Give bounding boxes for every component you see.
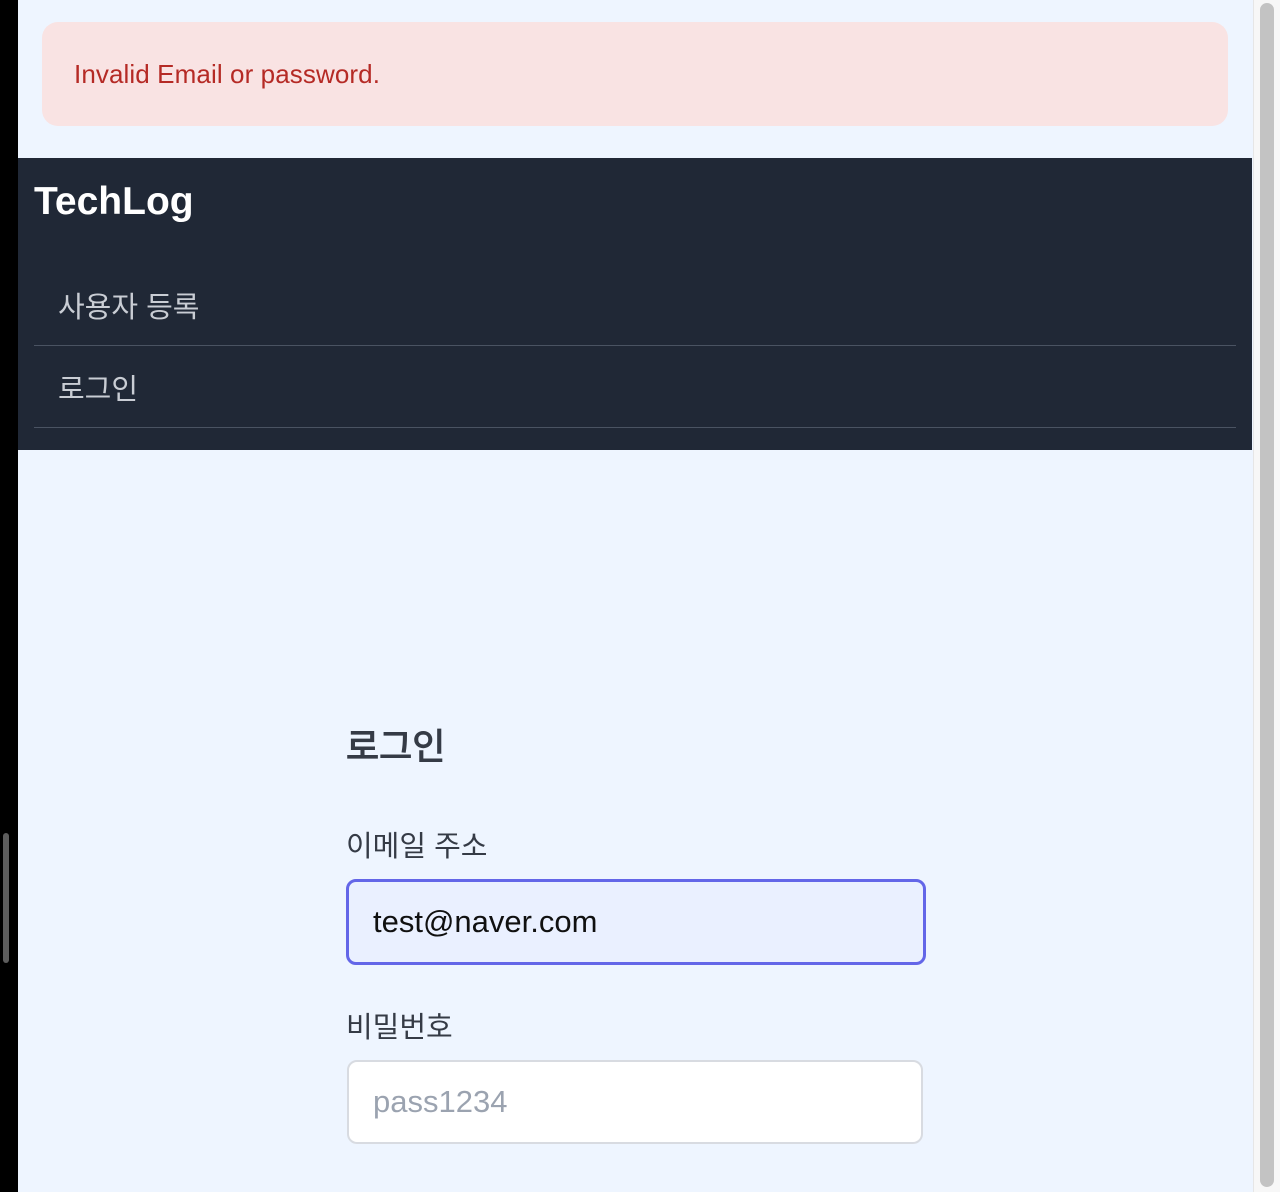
error-alert: Invalid Email or password. — [42, 22, 1228, 126]
nav-item-register[interactable]: 사용자 등록 — [34, 264, 1236, 346]
page-viewport: Invalid Email or password. TechLog 사용자 등… — [18, 0, 1253, 1192]
vertical-scrollbar[interactable] — [1253, 0, 1280, 1192]
login-form: 로그인 이메일 주소 비밀번호 — [346, 722, 926, 1144]
error-alert-message: Invalid Email or password. — [74, 58, 381, 89]
window-resize-handle[interactable] — [3, 833, 9, 963]
password-label: 비밀번호 — [346, 1012, 453, 1044]
vertical-scrollbar-thumb[interactable] — [1260, 3, 1274, 1187]
window-edge — [0, 0, 18, 1192]
login-title: 로그인 — [346, 726, 446, 767]
brand-logo[interactable]: TechLog — [34, 182, 194, 221]
nav-item-login[interactable]: 로그인 — [34, 346, 1236, 428]
nav-menu: 사용자 등록 로그인 — [34, 264, 1236, 428]
email-field[interactable] — [346, 879, 926, 965]
password-field[interactable] — [347, 1060, 923, 1144]
email-label: 이메일 주소 — [346, 831, 488, 863]
